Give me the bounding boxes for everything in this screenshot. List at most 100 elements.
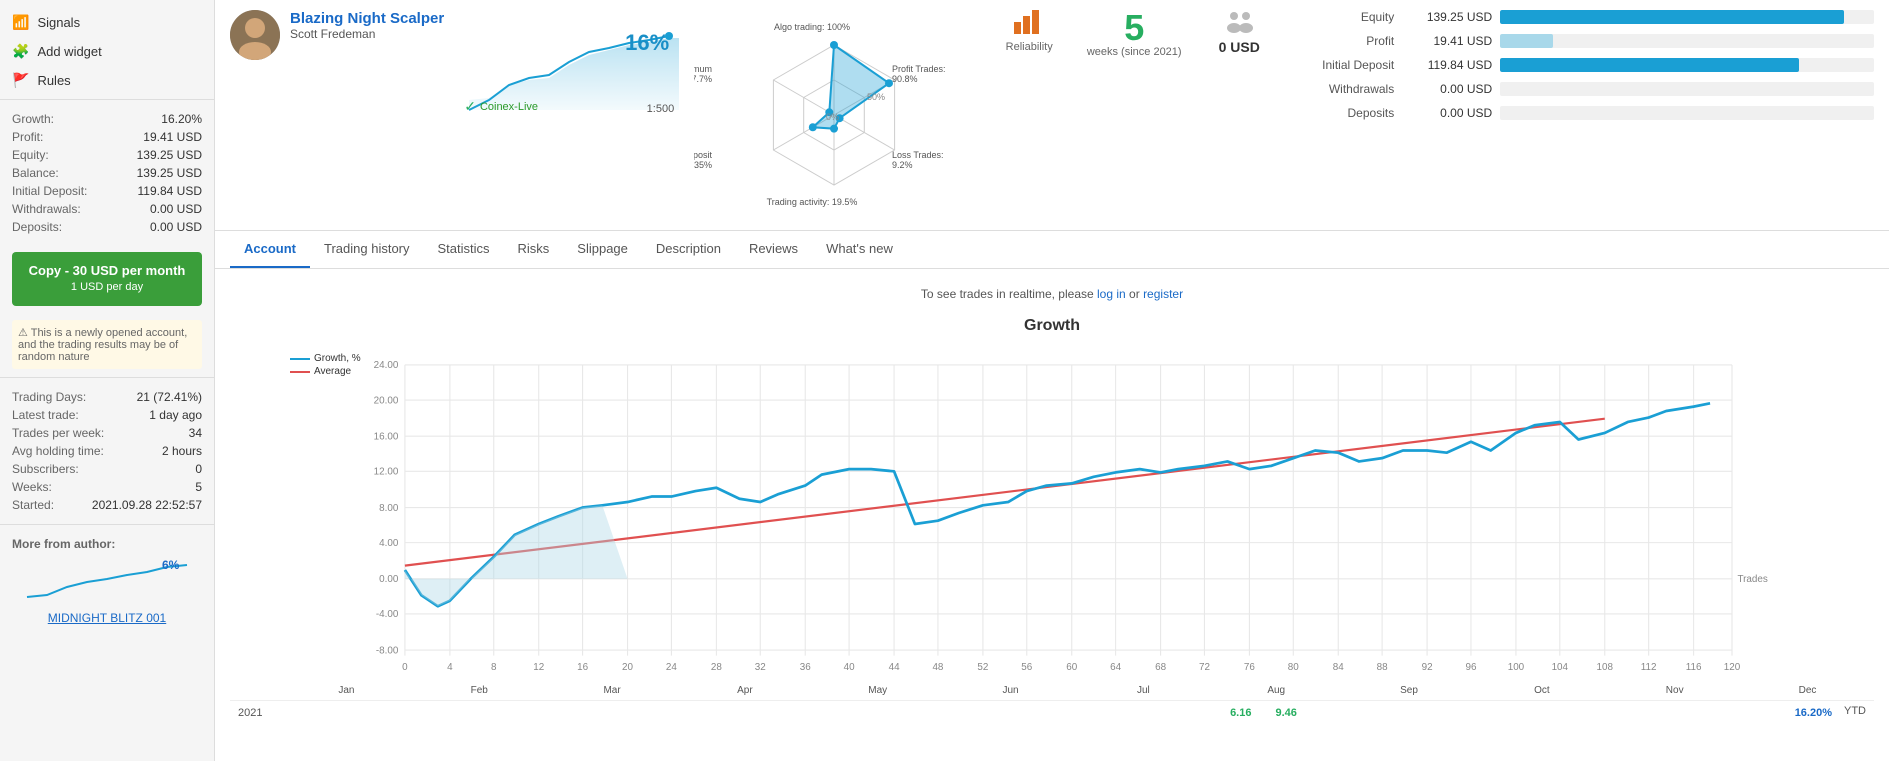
stat-avg-holding-time: Avg holding time: 2 hours	[12, 442, 202, 460]
stat-subscribers-label: Subscribers:	[12, 462, 79, 476]
stat-subscribers-value: 0	[195, 462, 202, 476]
reliability-block: Reliability	[989, 10, 1069, 53]
svg-text:68: 68	[1155, 662, 1166, 673]
radar-chart: 50% 0% Algo trading: 100% Profit Trades:…	[694, 10, 974, 220]
svg-text:Trades: Trades	[1737, 574, 1767, 585]
metric-value: 0.00 USD	[1402, 106, 1492, 120]
register-link[interactable]: register	[1143, 287, 1183, 301]
realtime-notice: To see trades in realtime, please log in…	[230, 279, 1874, 309]
svg-text:48: 48	[932, 662, 943, 673]
sidebar-item-signals[interactable]: 📶 Signals	[0, 8, 214, 37]
ytd-label: YTD	[1844, 705, 1874, 721]
legend-average-color	[290, 371, 310, 373]
svg-text:0%: 0%	[826, 112, 839, 122]
metric-name: Initial Deposit	[1294, 58, 1394, 72]
weeks-label: weeks (since 2021)	[1084, 46, 1184, 58]
stat-withdrawals-label: Withdrawals:	[12, 202, 81, 216]
stat-balance-label: Balance:	[12, 166, 59, 180]
month-jan: Jan	[280, 685, 413, 696]
svg-text:16: 16	[577, 662, 588, 673]
mini-chart-link[interactable]: MIDNIGHT BLITZ 001	[12, 611, 202, 625]
tab-trading-history[interactable]: Trading history	[310, 231, 424, 268]
svg-text:80: 80	[1288, 662, 1299, 673]
growth-chart-title: Growth	[230, 317, 1874, 335]
reliability-label: Reliability	[989, 41, 1069, 53]
sidebar-rules-label: Rules	[37, 73, 70, 88]
svg-text:104: 104	[1552, 662, 1569, 673]
copy-button[interactable]: Copy - 30 USD per month 1 USD per day	[12, 252, 202, 306]
stat-latest-trade: Latest trade: 1 day ago	[12, 406, 202, 424]
legend-average-label: Average	[314, 366, 351, 377]
sidebar-divider-1	[0, 99, 214, 100]
metric-name: Withdrawals	[1294, 82, 1394, 96]
svg-text:4: 4	[447, 662, 453, 673]
svg-text:108: 108	[1597, 662, 1614, 673]
metric-name: Equity	[1294, 10, 1394, 24]
login-link[interactable]: log in	[1097, 287, 1126, 301]
chart-footer-ytd: 16.20%	[1783, 705, 1844, 721]
svg-text:36: 36	[800, 662, 811, 673]
stat-initial-deposit-label: Initial Deposit:	[12, 184, 87, 198]
profile-section: Blazing Night Scalper Scott Fredeman	[230, 10, 444, 60]
usd-value: 0 USD	[1199, 39, 1279, 55]
sidebar-divider-2	[0, 377, 214, 378]
metric-value: 19.41 USD	[1402, 34, 1492, 48]
metric-name: Deposits	[1294, 106, 1394, 120]
sidebar-item-rules[interactable]: 🚩 Rules	[0, 66, 214, 95]
svg-text:12: 12	[533, 662, 544, 673]
stat-latest-trade-value: 1 day ago	[149, 408, 202, 422]
svg-text:32: 32	[755, 662, 766, 673]
mini-chart-area: 6%	[12, 557, 202, 607]
month-apr: Apr	[678, 685, 811, 696]
svg-text:120: 120	[1724, 662, 1741, 673]
metric-name: Profit	[1294, 34, 1394, 48]
svg-text:-8.00: -8.00	[376, 645, 399, 656]
weeks-count: 5	[1084, 10, 1184, 46]
profile-avatar	[230, 10, 280, 60]
sidebar-item-add-widget[interactable]: 🧩 Add widget	[0, 37, 214, 66]
rules-icon: 🚩	[12, 72, 29, 89]
svg-text:28: 28	[711, 662, 722, 673]
growth-mini-chart: 16% ✓ Coinex-Live 1:500	[459, 10, 679, 120]
stat-trading-days: Trading Days: 21 (72.41%)	[12, 388, 202, 406]
chart-legend: Growth, % Average	[290, 353, 361, 377]
stat-started-value: 2021.09.28 22:52:57	[92, 498, 202, 512]
month-jun: Jun	[944, 685, 1077, 696]
mini-chart-svg: 6%	[12, 557, 202, 607]
stat-deposits-value: 0.00 USD	[150, 220, 202, 234]
svg-text:Max deposit: Max deposit	[694, 150, 712, 160]
right-stats: Reliability 5 weeks (since 2021) 0 USD	[989, 10, 1874, 130]
stat-withdrawals: Withdrawals: 0.00 USD	[12, 200, 202, 218]
stat-deposits-label: Deposits:	[12, 220, 62, 234]
profile-info: Blazing Night Scalper Scott Fredeman	[290, 10, 444, 41]
svg-text:16.00: 16.00	[374, 432, 399, 443]
svg-text:20.00: 20.00	[374, 395, 399, 406]
more-stats-table: Trading Days: 21 (72.41%) Latest trade: …	[0, 382, 214, 520]
stat-subscribers: Subscribers: 0	[12, 460, 202, 478]
legend-growth: Growth, %	[290, 353, 361, 364]
usd-icon	[1199, 10, 1279, 39]
tab-slippage[interactable]: Slippage	[563, 231, 642, 268]
sidebar-stats-table: Growth: 16.20% Profit: 19.41 USD Equity:…	[0, 104, 214, 242]
tab-description[interactable]: Description	[642, 231, 735, 268]
stat-deposits: Deposits: 0.00 USD	[12, 218, 202, 236]
svg-text:8: 8	[491, 662, 497, 673]
tab-whats-new[interactable]: What's new	[812, 231, 907, 268]
stat-profit: Profit: 19.41 USD	[12, 128, 202, 146]
more-from-author: More from author: 6% MIDNIGHT BLITZ 001	[0, 529, 214, 633]
tab-statistics[interactable]: Statistics	[424, 231, 504, 268]
month-mar: Mar	[546, 685, 679, 696]
tab-account[interactable]: Account	[230, 231, 310, 268]
tab-risks[interactable]: Risks	[504, 231, 564, 268]
svg-text:84: 84	[1333, 662, 1344, 673]
svg-text:20: 20	[622, 662, 633, 673]
profile-author: Scott Fredeman	[290, 27, 444, 41]
tab-reviews[interactable]: Reviews	[735, 231, 812, 268]
metric-bar-container	[1500, 106, 1874, 120]
stat-equity-label: Equity:	[12, 148, 49, 162]
svg-text:112: 112	[1641, 662, 1657, 673]
stat-initial-deposit-value: 119.84 USD	[138, 184, 202, 198]
warning-box: ⚠ This is a newly opened account, and th…	[12, 320, 202, 369]
svg-text:drawdown: 7.7%: drawdown: 7.7%	[694, 74, 712, 84]
month-may: May	[811, 685, 944, 696]
